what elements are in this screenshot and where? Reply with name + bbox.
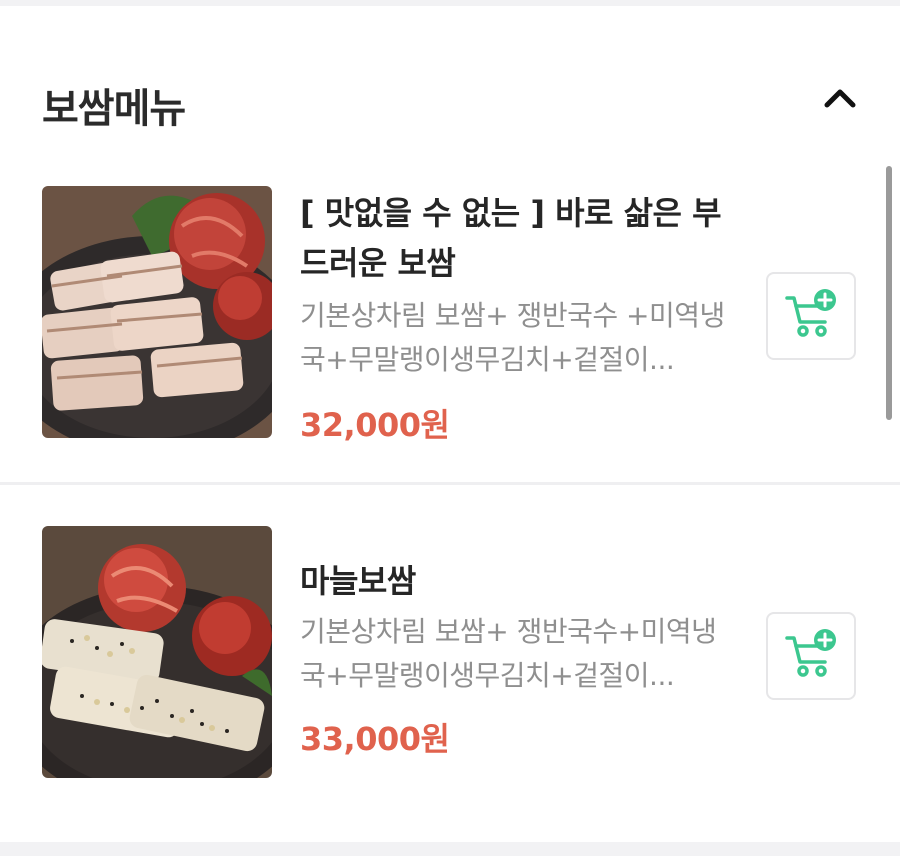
menu-item[interactable]: 마늘보쌈 기본상차림 보쌈+ 쟁반국수+미역냉국+무말랭이생무김치+겉절이...…: [0, 496, 900, 796]
add-to-cart-button[interactable]: [766, 272, 856, 360]
menu-item-photo: [42, 186, 272, 438]
menu-item-name: [ 맛없을 수 없는 ] 바로 삶은 부드러운 보쌈: [300, 194, 722, 282]
menu-item-photo: [42, 526, 272, 778]
menu-item[interactable]: [ 맛없을 수 없는 ] 바로 삶은 부드러운 보쌈 기본상차림 보쌈+ 쟁반국…: [0, 156, 900, 456]
scrollbar[interactable]: [886, 166, 892, 420]
chevron-up-icon: [823, 87, 857, 113]
collapse-button[interactable]: [818, 78, 862, 122]
add-to-cart-icon: [783, 628, 839, 684]
add-to-cart-button[interactable]: [766, 612, 856, 700]
item-divider: [0, 482, 900, 485]
menu-item-description: 기본상차림 보쌈+ 쟁반국수 +미역냉국+무말랭이생무김치+겉절이...: [300, 299, 725, 376]
menu-item-name: 마늘보쌈: [300, 562, 416, 600]
section-title: 보쌈메뉴: [42, 86, 186, 132]
section-header[interactable]: 보쌈메뉴: [0, 6, 900, 156]
menu-item-description: 기본상차림 보쌈+ 쟁반국수+미역냉국+무말랭이생무김치+겉절이...: [300, 615, 717, 692]
menu-item-price: 32,000원: [300, 406, 450, 444]
menu-item-price: 33,000원: [300, 720, 450, 758]
add-to-cart-icon: [783, 288, 839, 344]
menu-section: 보쌈메뉴 [맛없을 수 없는] 바로 삶은 부드러운 보쌈 기본상차림 보쌈…: [0, 6, 900, 842]
